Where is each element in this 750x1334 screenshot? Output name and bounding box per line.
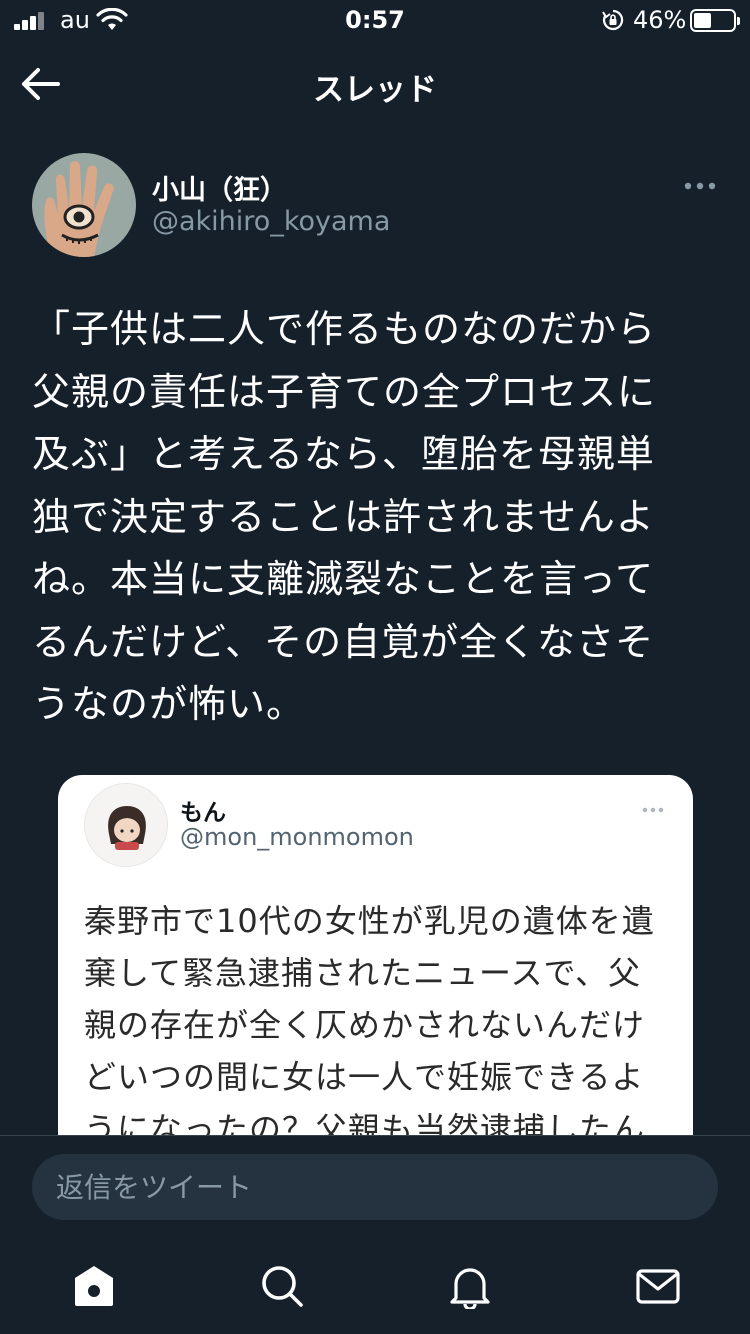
reply-input[interactable]: [32, 1154, 718, 1220]
messages-icon[interactable]: [635, 1263, 681, 1309]
search-icon[interactable]: [259, 1263, 305, 1309]
display-name[interactable]: 小山（狂）: [152, 168, 287, 207]
thread-header: スレッド: [0, 50, 750, 120]
quoted-tweet-card[interactable]: もん @mon_monmomon 秦野市で10代の女性が乳児の遺体を遺 棄して緊…: [58, 775, 693, 1195]
home-icon[interactable]: [71, 1263, 117, 1309]
girl-avatar-image: [85, 784, 167, 866]
tweet-text: 「子供は二人で作るものなのだから 父親の責任は子育ての全プロセスに 及ぶ」と考え…: [32, 307, 657, 726]
quoted-display-name: もん: [180, 800, 226, 826]
battery-percentage: 46%: [633, 6, 687, 34]
user-handle[interactable]: @akihiro_koyama: [152, 206, 390, 237]
reply-bar: [0, 1135, 750, 1235]
quoted-avatar: [84, 783, 168, 867]
quoted-tweet-text: 秦野市で10代の女性が乳児の遺体を遺 棄して緊急逮捕されたニュースで、父 親の存…: [84, 902, 655, 1148]
more-icon[interactable]: [682, 178, 718, 194]
hand-eye-avatar-image: [32, 153, 136, 257]
tab-bar: [0, 1235, 750, 1334]
quoted-user-handle: @mon_monmomon: [180, 823, 414, 851]
page-title: スレッド: [313, 72, 437, 108]
avatar[interactable]: [32, 153, 136, 257]
battery-icon: [690, 9, 740, 32]
notifications-icon[interactable]: [447, 1263, 493, 1309]
status-bar: au 0:57 46%: [0, 0, 750, 42]
quoted-more-icon: [642, 807, 664, 813]
orientation-lock-icon: [602, 9, 624, 31]
